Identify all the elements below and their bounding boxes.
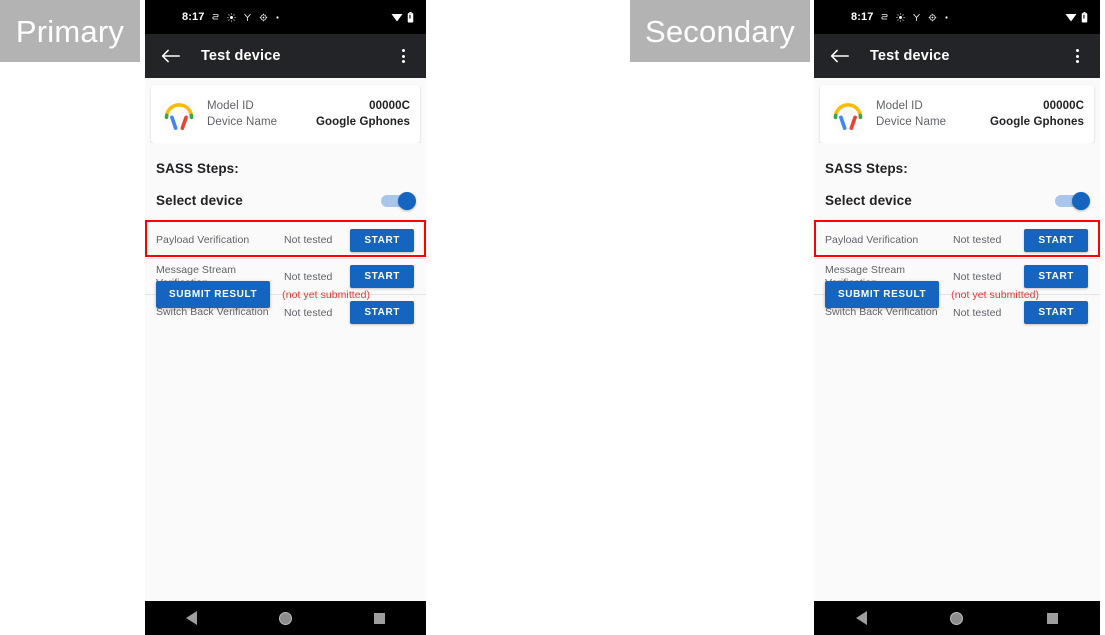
- nav-home-icon[interactable]: [255, 601, 315, 635]
- submit-row: SUBMIT RESULT (not yet submitted): [156, 281, 370, 308]
- select-device-toggle[interactable]: [381, 191, 416, 210]
- app-bar: Test device: [145, 34, 426, 78]
- settings-icon: [929, 13, 937, 21]
- device-info-row: Device Name Google Gphones: [876, 114, 1084, 130]
- status-clock: 8:17: [182, 11, 205, 23]
- status-bar-right: [391, 11, 414, 23]
- app-bar: Test device: [814, 34, 1100, 78]
- nav-recents-icon[interactable]: [1022, 601, 1082, 635]
- status-bar: 8:17: [145, 0, 426, 34]
- toggle-thumb: [398, 191, 416, 210]
- device-info-rows: Model ID 00000C Device Name Google Gphon…: [207, 98, 410, 130]
- device-info-rows: Model ID 00000C Device Name Google Gphon…: [876, 98, 1084, 130]
- device-info-row: Model ID 00000C: [876, 98, 1084, 114]
- role-badge-primary: Primary: [0, 0, 140, 62]
- role-badge-secondary: Secondary: [630, 0, 810, 62]
- device-name-label: Device Name: [207, 116, 278, 128]
- sass-steps-list: Payload Verification Not tested START Me…: [145, 222, 426, 330]
- step-status: Not tested: [953, 306, 1002, 319]
- overflow-menu-icon[interactable]: [394, 45, 412, 67]
- submit-result-button[interactable]: SUBMIT RESULT: [156, 281, 271, 308]
- battery-icon: [407, 11, 414, 22]
- select-device-row: Select device: [825, 191, 1090, 210]
- select-device-label: Select device: [156, 193, 243, 208]
- battery-icon: [1081, 11, 1088, 22]
- device-name-value: Google Gphones: [989, 116, 1084, 128]
- device-info-card: Model ID 00000C Device Name Google Gphon…: [151, 85, 420, 143]
- sass-steps-heading: SASS Steps:: [825, 161, 908, 176]
- status-bar-right: [1065, 11, 1088, 23]
- status-clock: 8:17: [851, 11, 874, 23]
- role-badge-primary-label: Primary: [15, 13, 125, 49]
- start-button[interactable]: START: [350, 228, 414, 252]
- wifi-icon: [1065, 14, 1077, 22]
- table-row: Payload Verification Not tested START: [814, 222, 1100, 258]
- headphones-icon: [829, 95, 867, 133]
- dot-icon: [945, 15, 949, 19]
- device-model-id-label: Model ID: [876, 100, 923, 112]
- brightness-icon: [896, 12, 906, 22]
- step-name: Payload Verification: [825, 233, 919, 246]
- select-device-toggle[interactable]: [1055, 191, 1090, 210]
- device-name-value: Google Gphones: [315, 116, 410, 128]
- device-model-id-value: 00000C: [369, 100, 410, 112]
- headphones-icon: [160, 95, 198, 133]
- device-info-row: Model ID 00000C: [207, 98, 410, 114]
- select-device-label: Select device: [825, 193, 912, 208]
- toggle-thumb: [1072, 191, 1090, 210]
- screenshot-root: Primary 8:17 Test device Model ID 00000C…: [0, 0, 1105, 635]
- nav-home-icon[interactable]: [927, 601, 987, 635]
- back-arrow-icon[interactable]: [828, 45, 850, 67]
- table-row: Payload Verification Not tested START: [145, 222, 426, 258]
- start-button[interactable]: START: [1024, 228, 1088, 252]
- device-model-id-value: 00000C: [1043, 100, 1084, 112]
- android-nav-bar: [814, 601, 1100, 635]
- settings-icon: [260, 13, 268, 21]
- nav-back-icon[interactable]: [832, 601, 892, 635]
- phone-content: SASS Steps: Select device Payload Verifi…: [145, 143, 426, 601]
- status-bar: 8:17: [814, 0, 1100, 34]
- brightness-icon: [227, 12, 237, 22]
- step-status: Not tested: [284, 234, 333, 246]
- submit-status-note: (not yet submitted): [282, 288, 371, 301]
- device-info-row: Device Name Google Gphones: [207, 114, 410, 130]
- sync-icon: [881, 13, 888, 19]
- overflow-menu-icon[interactable]: [1068, 45, 1086, 67]
- wifi-direct-icon: [913, 13, 921, 21]
- submit-status-note: (not yet submitted): [951, 288, 1040, 301]
- step-name: Payload Verification: [156, 233, 250, 246]
- nav-recents-icon[interactable]: [349, 601, 409, 635]
- android-nav-bar: [145, 601, 426, 635]
- wifi-icon: [391, 14, 403, 22]
- role-badge-secondary-label: Secondary: [644, 13, 795, 49]
- device-name-label: Device Name: [876, 116, 947, 128]
- back-arrow-icon[interactable]: [159, 45, 181, 67]
- sass-steps-heading: SASS Steps:: [156, 161, 239, 176]
- status-bar-left: 8:17: [851, 11, 949, 23]
- submit-result-button[interactable]: SUBMIT RESULT: [825, 281, 940, 308]
- device-info-card: Model ID 00000C Device Name Google Gphon…: [820, 85, 1094, 143]
- step-status: Not tested: [953, 234, 1002, 246]
- select-device-row: Select device: [156, 191, 416, 210]
- nav-back-icon[interactable]: [162, 601, 222, 635]
- dot-icon: [276, 15, 280, 19]
- phone-content: SASS Steps: Select device Payload Verifi…: [814, 143, 1100, 601]
- page-title: Test device: [870, 48, 950, 64]
- step-status: Not tested: [284, 306, 333, 319]
- sync-icon: [212, 13, 219, 19]
- wifi-direct-icon: [244, 13, 252, 21]
- status-bar-left: 8:17: [182, 11, 280, 23]
- phone-screen-secondary: 8:17 Test device Model ID 00000C Device …: [814, 0, 1100, 635]
- phone-screen-primary: 8:17 Test device Model ID 00000C Device …: [145, 0, 426, 635]
- device-model-id-label: Model ID: [207, 100, 254, 112]
- sass-steps-list: Payload Verification Not tested START Me…: [814, 222, 1100, 330]
- submit-row: SUBMIT RESULT (not yet submitted): [825, 281, 1039, 308]
- page-title: Test device: [201, 48, 281, 64]
